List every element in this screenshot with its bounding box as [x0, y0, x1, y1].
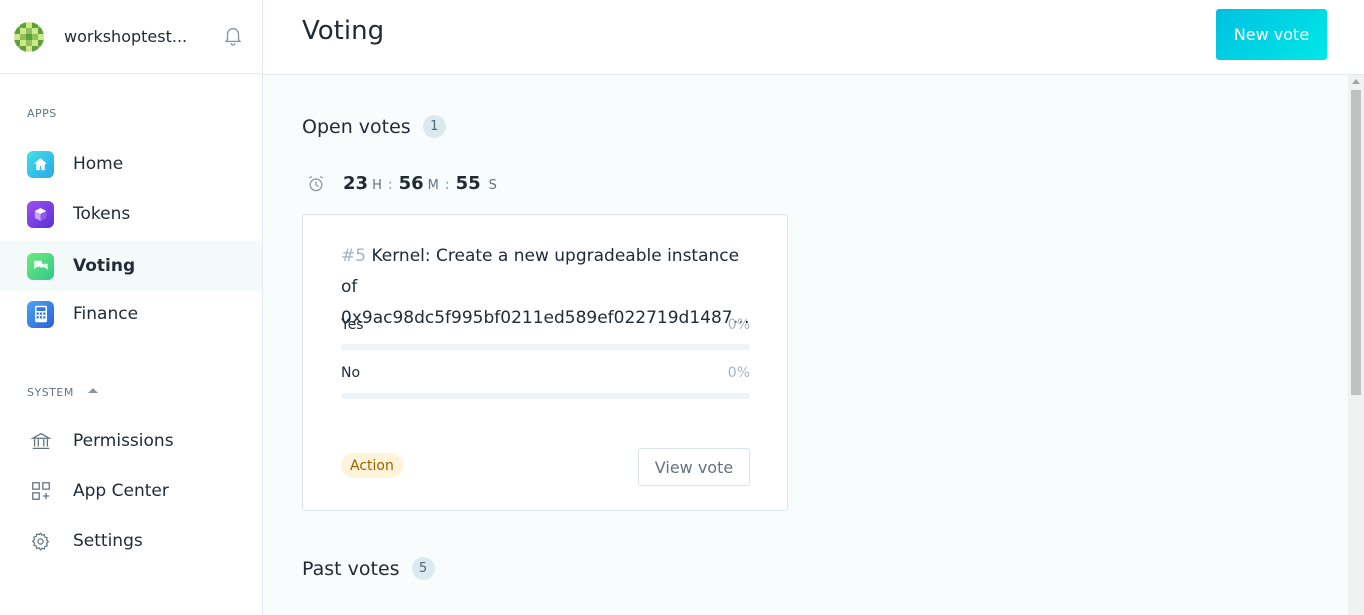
- past-votes-count-badge: 5: [411, 557, 435, 580]
- system-section-toggle[interactable]: SYSTEM: [0, 386, 98, 399]
- open-votes-title: Open votes: [302, 115, 411, 138]
- timer-minutes-unit: M: [427, 178, 439, 193]
- scrollbar[interactable]: [1348, 75, 1364, 615]
- sidebar-item-label: Home: [73, 154, 124, 174]
- caret-up-icon: [87, 388, 98, 393]
- timer-hours-unit: H: [372, 178, 382, 193]
- timer-separator: :: [444, 177, 450, 193]
- org-switcher[interactable]: workshoptest...: [0, 0, 262, 74]
- sidebar: workshoptest... APPS Home Tokens Voting …: [0, 0, 263, 615]
- no-progress-bar: [341, 393, 750, 399]
- apps-section-label: APPS: [0, 107, 57, 120]
- sidebar-item-app-center[interactable]: App Center: [0, 466, 262, 516]
- option-label: No: [341, 365, 361, 381]
- bell-icon[interactable]: [222, 24, 244, 46]
- new-vote-button[interactable]: New vote: [1216, 9, 1327, 60]
- option-percent: 0%: [727, 317, 750, 333]
- timer-separator: :: [387, 177, 393, 193]
- timer-seconds-unit: S: [488, 178, 497, 193]
- voting-icon: [27, 252, 54, 280]
- alarm-clock-icon: [308, 175, 324, 191]
- finance-icon: [27, 300, 54, 328]
- scrollbar-thumb[interactable]: [1351, 90, 1361, 395]
- permissions-icon: [27, 428, 54, 455]
- vote-option-no: No 0%: [341, 365, 750, 381]
- scroll-up-arrow-icon[interactable]: [1352, 79, 1360, 84]
- home-icon: [27, 150, 54, 178]
- org-name: workshoptest...: [64, 27, 188, 46]
- vote-option-yes: Yes 0%: [341, 317, 750, 333]
- option-label: Yes: [341, 317, 364, 333]
- timer-hours: 23: [343, 173, 369, 194]
- sidebar-item-finance[interactable]: Finance: [0, 289, 262, 339]
- sidebar-item-settings[interactable]: Settings: [0, 516, 262, 566]
- open-votes-heading: Open votes 1: [302, 115, 446, 138]
- apps-label-text: APPS: [27, 107, 57, 120]
- sidebar-item-home[interactable]: Home: [0, 139, 262, 189]
- vote-number: #5: [341, 246, 367, 266]
- sidebar-item-permissions[interactable]: Permissions: [0, 416, 262, 466]
- vote-countdown: 23 H : 56 M : 55 S: [306, 173, 497, 194]
- past-votes-title: Past votes: [302, 557, 400, 580]
- past-votes-heading: Past votes 5: [302, 557, 435, 580]
- gear-icon: [27, 528, 54, 555]
- yes-progress-bar: [341, 344, 750, 350]
- vote-card[interactable]: #5 Kernel: Create a new upgradeable inst…: [302, 214, 788, 511]
- vote-question-line1: Kernel: Create a new upgradeable instanc…: [341, 246, 740, 297]
- org-avatar: [14, 21, 44, 52]
- timer-minutes: 56: [398, 173, 424, 194]
- sidebar-item-label: Settings: [73, 531, 143, 551]
- sidebar-item-label: Tokens: [73, 204, 131, 224]
- view-vote-button[interactable]: View vote: [638, 448, 750, 486]
- sidebar-item-tokens[interactable]: Tokens: [0, 189, 262, 239]
- sidebar-item-voting[interactable]: Voting: [0, 241, 262, 291]
- timer-seconds: 55: [455, 173, 481, 194]
- tokens-icon: [27, 200, 54, 228]
- open-votes-count-badge: 1: [422, 115, 446, 138]
- sidebar-item-label: Finance: [73, 304, 139, 324]
- app-center-icon: [27, 478, 54, 505]
- sidebar-item-label: Voting: [73, 256, 136, 276]
- action-badge: Action: [341, 453, 403, 478]
- app-header: Voting New vote: [263, 0, 1364, 75]
- page-title: Voting: [302, 16, 385, 46]
- option-percent: 0%: [727, 365, 750, 381]
- sidebar-item-label: App Center: [73, 481, 169, 501]
- system-label-text: SYSTEM: [27, 386, 74, 399]
- sidebar-item-label: Permissions: [73, 431, 174, 451]
